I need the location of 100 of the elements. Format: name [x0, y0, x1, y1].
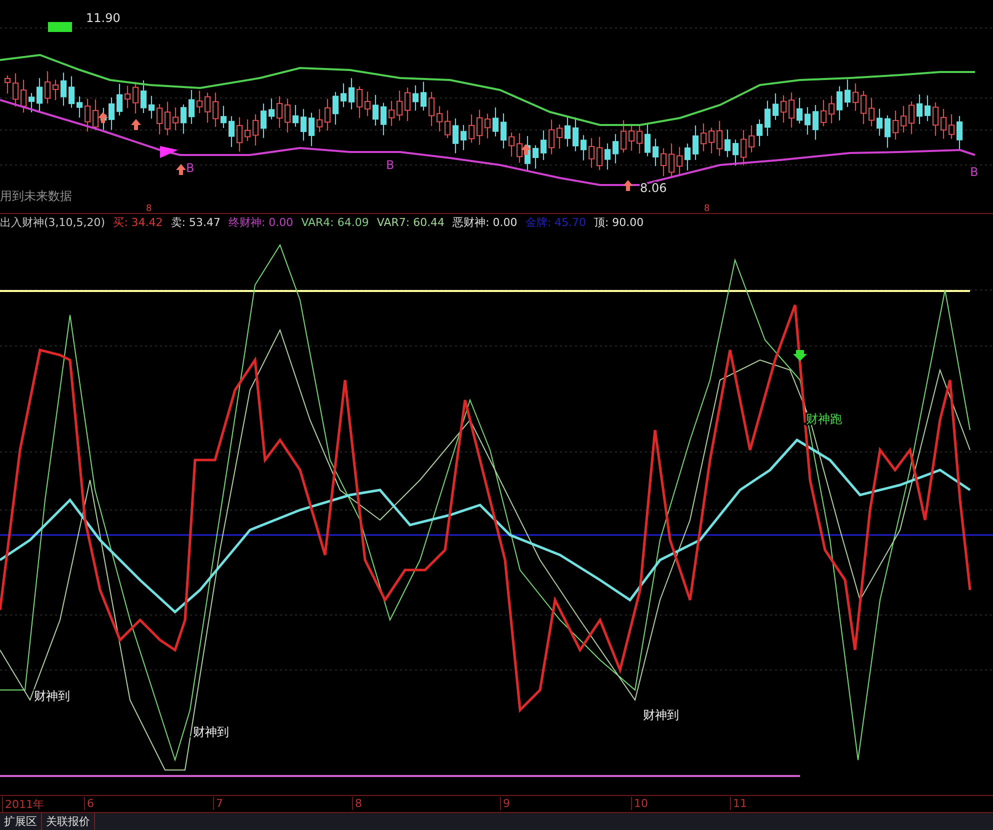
signal-label: 财神到 [34, 689, 70, 703]
candlestick [60, 72, 66, 106]
candlestick [36, 78, 42, 112]
candlestick [876, 108, 882, 136]
legend-item: 买: 34.42 [113, 214, 163, 230]
candlestick [572, 116, 578, 152]
candlestick [828, 95, 834, 124]
candlestick [348, 78, 354, 110]
candlestick [620, 120, 626, 153]
candlestick [684, 143, 690, 171]
candlestick [932, 102, 938, 136]
candlestick [532, 144, 538, 169]
candlestick [564, 116, 570, 147]
candlestick [652, 138, 658, 167]
flag-icon [48, 22, 72, 32]
candlestick [108, 97, 114, 130]
time-axis-label: 2011年 [2, 797, 44, 812]
candlestick [268, 98, 274, 120]
candlestick [340, 82, 346, 108]
candlestick [180, 104, 186, 134]
candlestick [692, 125, 698, 160]
candlestick [412, 84, 418, 112]
candlestick [724, 129, 730, 158]
marker-label: 8 [704, 204, 710, 213]
buy-signal-label: B [970, 165, 978, 179]
candlestick [276, 96, 282, 128]
candlestick [940, 108, 946, 140]
candlestick [380, 102, 386, 136]
candlestick [844, 79, 850, 108]
candlestick [372, 94, 378, 126]
candlestick [452, 118, 458, 154]
legend-item: 恶财神: 0.00 [452, 214, 518, 230]
arrow-up-icon [623, 180, 633, 191]
signal-label: 财神到 [193, 725, 229, 739]
candlestick [92, 98, 98, 131]
arrow-up-icon [98, 112, 108, 123]
candlestick [388, 100, 394, 126]
low-price-label: 8.06 [640, 181, 667, 195]
candlestick [484, 113, 490, 139]
candlestick [836, 86, 842, 121]
candlestick [156, 103, 162, 135]
candlestick [884, 114, 890, 148]
warning-note: 用到未来数据 [0, 189, 72, 203]
candlestick [12, 72, 18, 108]
candlestick [188, 89, 194, 124]
candlestick [772, 92, 778, 120]
candlestick [580, 134, 586, 161]
candlestick [404, 87, 410, 122]
candlestick [364, 91, 370, 117]
buy-signal-label: B [186, 161, 194, 175]
candlestick [124, 85, 130, 109]
time-axis-label: 6 [84, 797, 94, 810]
legend-item: 顶: 90.00 [594, 214, 644, 230]
candlestick [436, 106, 442, 132]
candlestick [212, 92, 218, 128]
candlestick [300, 108, 306, 142]
candlestick [764, 100, 770, 137]
candlestick [460, 124, 466, 151]
candlestick [500, 112, 506, 149]
candlestick [740, 130, 746, 166]
candlestick [644, 122, 650, 157]
candlestick [52, 79, 58, 101]
candlestick [116, 83, 122, 116]
candlestick [196, 90, 202, 114]
candlestick [132, 82, 138, 114]
candlestick [596, 136, 602, 170]
candlestick [908, 100, 914, 135]
high-price-label: 11.90 [86, 11, 120, 25]
time-axis-label: 11 [730, 797, 747, 810]
candlestick [44, 70, 50, 104]
arrow-up-icon [521, 144, 531, 155]
candlestick [804, 106, 810, 136]
candlestick [508, 132, 514, 158]
legend-item: VAR4: 64.09 [301, 216, 369, 228]
candlestick [68, 76, 74, 108]
marker-label: 8 [146, 204, 152, 213]
candlestick [396, 90, 402, 121]
candlestick [668, 142, 674, 178]
candlestick [916, 94, 922, 125]
candlestick [220, 105, 226, 129]
candlestick [588, 138, 594, 168]
candlestick [732, 139, 738, 166]
candlestick [892, 110, 898, 140]
candlestick [28, 92, 34, 113]
candlestick [956, 116, 962, 151]
candlestick [748, 124, 754, 153]
candlestick [716, 120, 722, 156]
time-axis-label: 8 [352, 797, 362, 810]
legend-item: 金牌: 45.70 [525, 214, 586, 230]
candlestick [604, 143, 610, 170]
candlestick [868, 97, 874, 127]
candlestick [444, 110, 450, 138]
candlestick [492, 106, 498, 137]
time-axis-label: 10 [631, 797, 648, 810]
arrow-up-icon [131, 119, 141, 130]
candlestick [636, 124, 642, 154]
candlestick [228, 116, 234, 148]
legend-item: 出入财神(3,10,5,20) [0, 214, 106, 230]
candlestick [356, 86, 362, 118]
candlestick [332, 92, 338, 126]
